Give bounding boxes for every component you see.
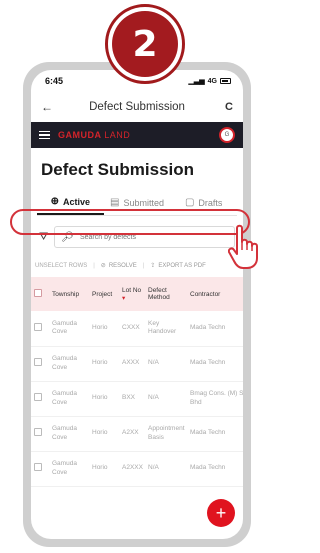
cell-township: Gamuda Cove: [49, 346, 89, 382]
column-header[interactable]: Contractor: [187, 277, 243, 311]
column-header[interactable]: Lot No ▾: [119, 277, 145, 311]
export-pdf-button[interactable]: ⇪ EXPORT AS PDF: [150, 262, 206, 270]
back-arrow-icon[interactable]: ←: [41, 100, 57, 114]
cell-lot: A2XXX: [119, 451, 145, 487]
cell-project: Horio: [89, 416, 119, 452]
table-row[interactable]: Gamuda Cove Horio AXXX N/A Mada Techn: [31, 346, 243, 382]
circle-check-icon: ⊕: [50, 196, 60, 207]
tab-label: Submitted: [123, 197, 164, 208]
upload-icon: ⇪: [150, 263, 156, 269]
title-bar: ← Defect Submission C: [31, 92, 243, 122]
cell-method: Appointment Basis: [145, 416, 187, 452]
signal-icon: ▁▃▅: [188, 78, 205, 85]
clipboard-icon: ▤: [110, 197, 120, 208]
cell-contractor: Mada Techn: [187, 346, 243, 382]
cell-project: Horio: [89, 451, 119, 487]
refresh-icon[interactable]: C: [217, 101, 233, 113]
cell-lot: CXXX: [119, 311, 145, 347]
battery-icon: [220, 78, 231, 84]
brand-bar: GAMUDA LAND G: [31, 122, 243, 148]
cell-contractor: Mada Techn: [187, 451, 243, 487]
phone-screen: 6:45 ▁▃▅ 4G ← Defect Submission C GAMUDA…: [31, 70, 243, 539]
defects-table: Township Project Lot No ▾ Defect Method …: [31, 277, 243, 487]
status-icons: ▁▃▅ 4G: [188, 77, 231, 85]
tabs-highlight: [10, 209, 250, 235]
cell-method: Key Handover: [145, 311, 187, 347]
row-checkbox[interactable]: [34, 427, 42, 436]
divider: |: [142, 262, 145, 269]
cell-lot: BXX: [119, 381, 145, 417]
divider: |: [93, 262, 95, 269]
cell-method: N/A: [145, 346, 187, 382]
cell-lot: A2XX: [119, 416, 145, 452]
screen-title: Defect Submission: [89, 101, 185, 113]
table-row[interactable]: Gamuda Cove Horio CXXX Key Handover Mada…: [31, 311, 243, 347]
bulk-actions: UNSELECT ROWS | ⊘ RESOLVE | ⇪ EXPORT AS …: [31, 252, 243, 277]
sort-icon: ▾: [122, 294, 126, 302]
table-header-row: Township Project Lot No ▾ Defect Method …: [31, 277, 243, 311]
menu-icon[interactable]: [39, 130, 50, 140]
cell-method: N/A: [145, 381, 187, 417]
column-header[interactable]: Defect Method: [145, 277, 187, 311]
avatar[interactable]: G: [219, 127, 235, 143]
add-defect-button[interactable]: +: [207, 499, 235, 527]
tab-label: Drafts: [198, 197, 223, 208]
check-circle-icon: ⊘: [100, 263, 106, 269]
page-title: Defect Submission: [41, 160, 195, 179]
cell-township: Gamuda Cove: [49, 451, 89, 487]
file-icon: ▢: [184, 197, 195, 208]
cell-township: Gamuda Cove: [49, 416, 89, 452]
plus-icon: +: [215, 502, 227, 523]
cell-project: Horio: [89, 311, 119, 347]
cell-project: Horio: [89, 381, 119, 417]
step-number: 2: [112, 11, 178, 77]
row-checkbox[interactable]: [34, 462, 42, 471]
brand-logo: GAMUDA LAND: [58, 130, 131, 140]
table-row[interactable]: Gamuda Cove Horio A2XXX N/A Mada Techn: [31, 451, 243, 487]
cell-township: Gamuda Cove: [49, 311, 89, 347]
unselect-rows-button[interactable]: UNSELECT ROWS: [35, 263, 87, 269]
cell-method: N/A: [145, 451, 187, 487]
status-time: 6:45: [45, 76, 64, 86]
table-row[interactable]: Gamuda Cove Horio A2XX Appointment Basis…: [31, 416, 243, 452]
column-header[interactable]: Project: [89, 277, 119, 311]
cell-contractor: Mada Techn: [187, 311, 243, 347]
resolve-button[interactable]: ⊘ RESOLVE: [100, 262, 137, 270]
network-label: 4G: [207, 77, 217, 85]
cell-project: Horio: [89, 346, 119, 382]
cell-contractor: Bmag Cons. (M) Sdn Bhd: [187, 381, 243, 417]
cell-contractor: Mada Techn: [187, 416, 243, 452]
row-checkbox[interactable]: [34, 357, 42, 366]
step-badge: 2: [105, 4, 185, 84]
cell-lot: AXXX: [119, 346, 145, 382]
pointing-hand-icon: [228, 224, 258, 269]
column-header[interactable]: Township: [49, 277, 89, 311]
select-all-checkbox[interactable]: [34, 289, 42, 297]
table-row[interactable]: Gamuda Cove Horio BXX N/A Bmag Cons. (M)…: [31, 381, 243, 417]
row-checkbox[interactable]: [34, 322, 42, 331]
row-checkbox[interactable]: [34, 392, 42, 401]
cell-township: Gamuda Cove: [49, 381, 89, 417]
tab-label: Active: [63, 196, 91, 207]
phone-frame: 6:45 ▁▃▅ 4G ← Defect Submission C GAMUDA…: [23, 62, 251, 547]
